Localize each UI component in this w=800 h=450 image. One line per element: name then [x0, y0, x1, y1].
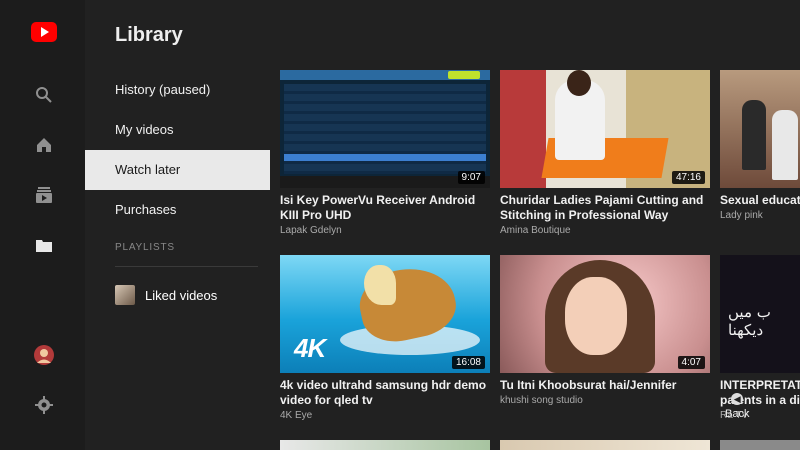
video-title: Sexual educat — [720, 193, 800, 207]
divider — [115, 266, 258, 267]
video-card[interactable]: 4:07 Tu Itni Khoobsurat hai/Jennifer khu… — [500, 255, 710, 406]
menu-item-my-videos[interactable]: My videos — [85, 110, 270, 150]
video-thumbnail: 47:16 — [500, 70, 710, 188]
video-card[interactable]: 47:16 Churidar Ladies Pajami Cutting and… — [500, 70, 710, 236]
playlists-section-label: PLAYLISTS — [115, 242, 175, 253]
search-icon[interactable] — [30, 81, 58, 109]
video-title: Tu Itni Khoobsurat hai/Jennifer — [500, 378, 677, 392]
navigation-rail — [0, 0, 85, 450]
video-title: Isi Key PowerVu Receiver Android KIII Pr… — [280, 193, 476, 222]
video-thumbnail: 4:07 — [500, 255, 710, 373]
page-title: Library — [115, 24, 183, 46]
video-thumbnail-partial — [280, 440, 490, 450]
video-thumbnail: 4K 16:08 — [280, 255, 490, 373]
youtube-logo[interactable] — [31, 22, 57, 42]
thumbnail-urdu-text: ب میں دیکھنا — [728, 303, 771, 339]
video-title: 4k video ultrahd samsung hdr demo video … — [280, 378, 487, 407]
video-thumbnail-partial — [720, 440, 800, 450]
back-button-icon: ◀ — [731, 393, 744, 405]
channel-name: khushi song studio — [500, 395, 583, 406]
duration-badge: 47:16 — [671, 171, 705, 184]
video-card[interactable]: Sexual educat Lady pink — [720, 70, 800, 221]
channel-name: Lady pink — [720, 210, 763, 221]
playlist-thumbnail — [115, 285, 135, 305]
library-menu: History (paused) My videos Watch later P… — [85, 70, 270, 315]
menu-item-history[interactable]: History (paused) — [85, 70, 270, 110]
video-thumbnail: ب میں دیکھنا — [720, 255, 800, 373]
playlist-liked-videos[interactable]: Liked videos — [85, 275, 270, 315]
video-thumbnail — [720, 70, 800, 188]
video-title: Churidar Ladies Pajami Cutting and Stitc… — [500, 193, 704, 222]
channel-name: Lapak Gdelyn — [280, 225, 342, 236]
video-card[interactable]: 9:07 Isi Key PowerVu Receiver Android KI… — [280, 70, 490, 236]
avatar[interactable] — [30, 341, 58, 369]
duration-badge: 9:07 — [457, 171, 485, 184]
channel-name: 4K Eye — [280, 410, 313, 421]
gear-icon[interactable] — [30, 391, 58, 419]
video-thumbnail: 9:07 — [280, 70, 490, 188]
home-icon[interactable] — [30, 131, 58, 159]
subscriptions-icon[interactable] — [30, 181, 58, 209]
video-thumbnail-partial — [500, 440, 710, 450]
menu-item-watch-later[interactable]: Watch later — [85, 150, 270, 190]
duration-badge: 16:08 — [451, 356, 485, 369]
library-icon[interactable] — [30, 231, 58, 259]
duration-badge: 4:07 — [677, 356, 705, 369]
video-card[interactable]: 4K 16:08 4k video ultrahd samsung hdr de… — [280, 255, 490, 421]
channel-name: Amina Boutique — [500, 225, 571, 236]
menu-item-purchases[interactable]: Purchases — [85, 190, 270, 230]
back-label: Back — [725, 408, 750, 420]
back-hint[interactable]: ◀ Back — [725, 393, 749, 420]
playlist-label: Liked videos — [145, 287, 218, 303]
thumbnail-4k-text: 4K — [294, 333, 326, 363]
